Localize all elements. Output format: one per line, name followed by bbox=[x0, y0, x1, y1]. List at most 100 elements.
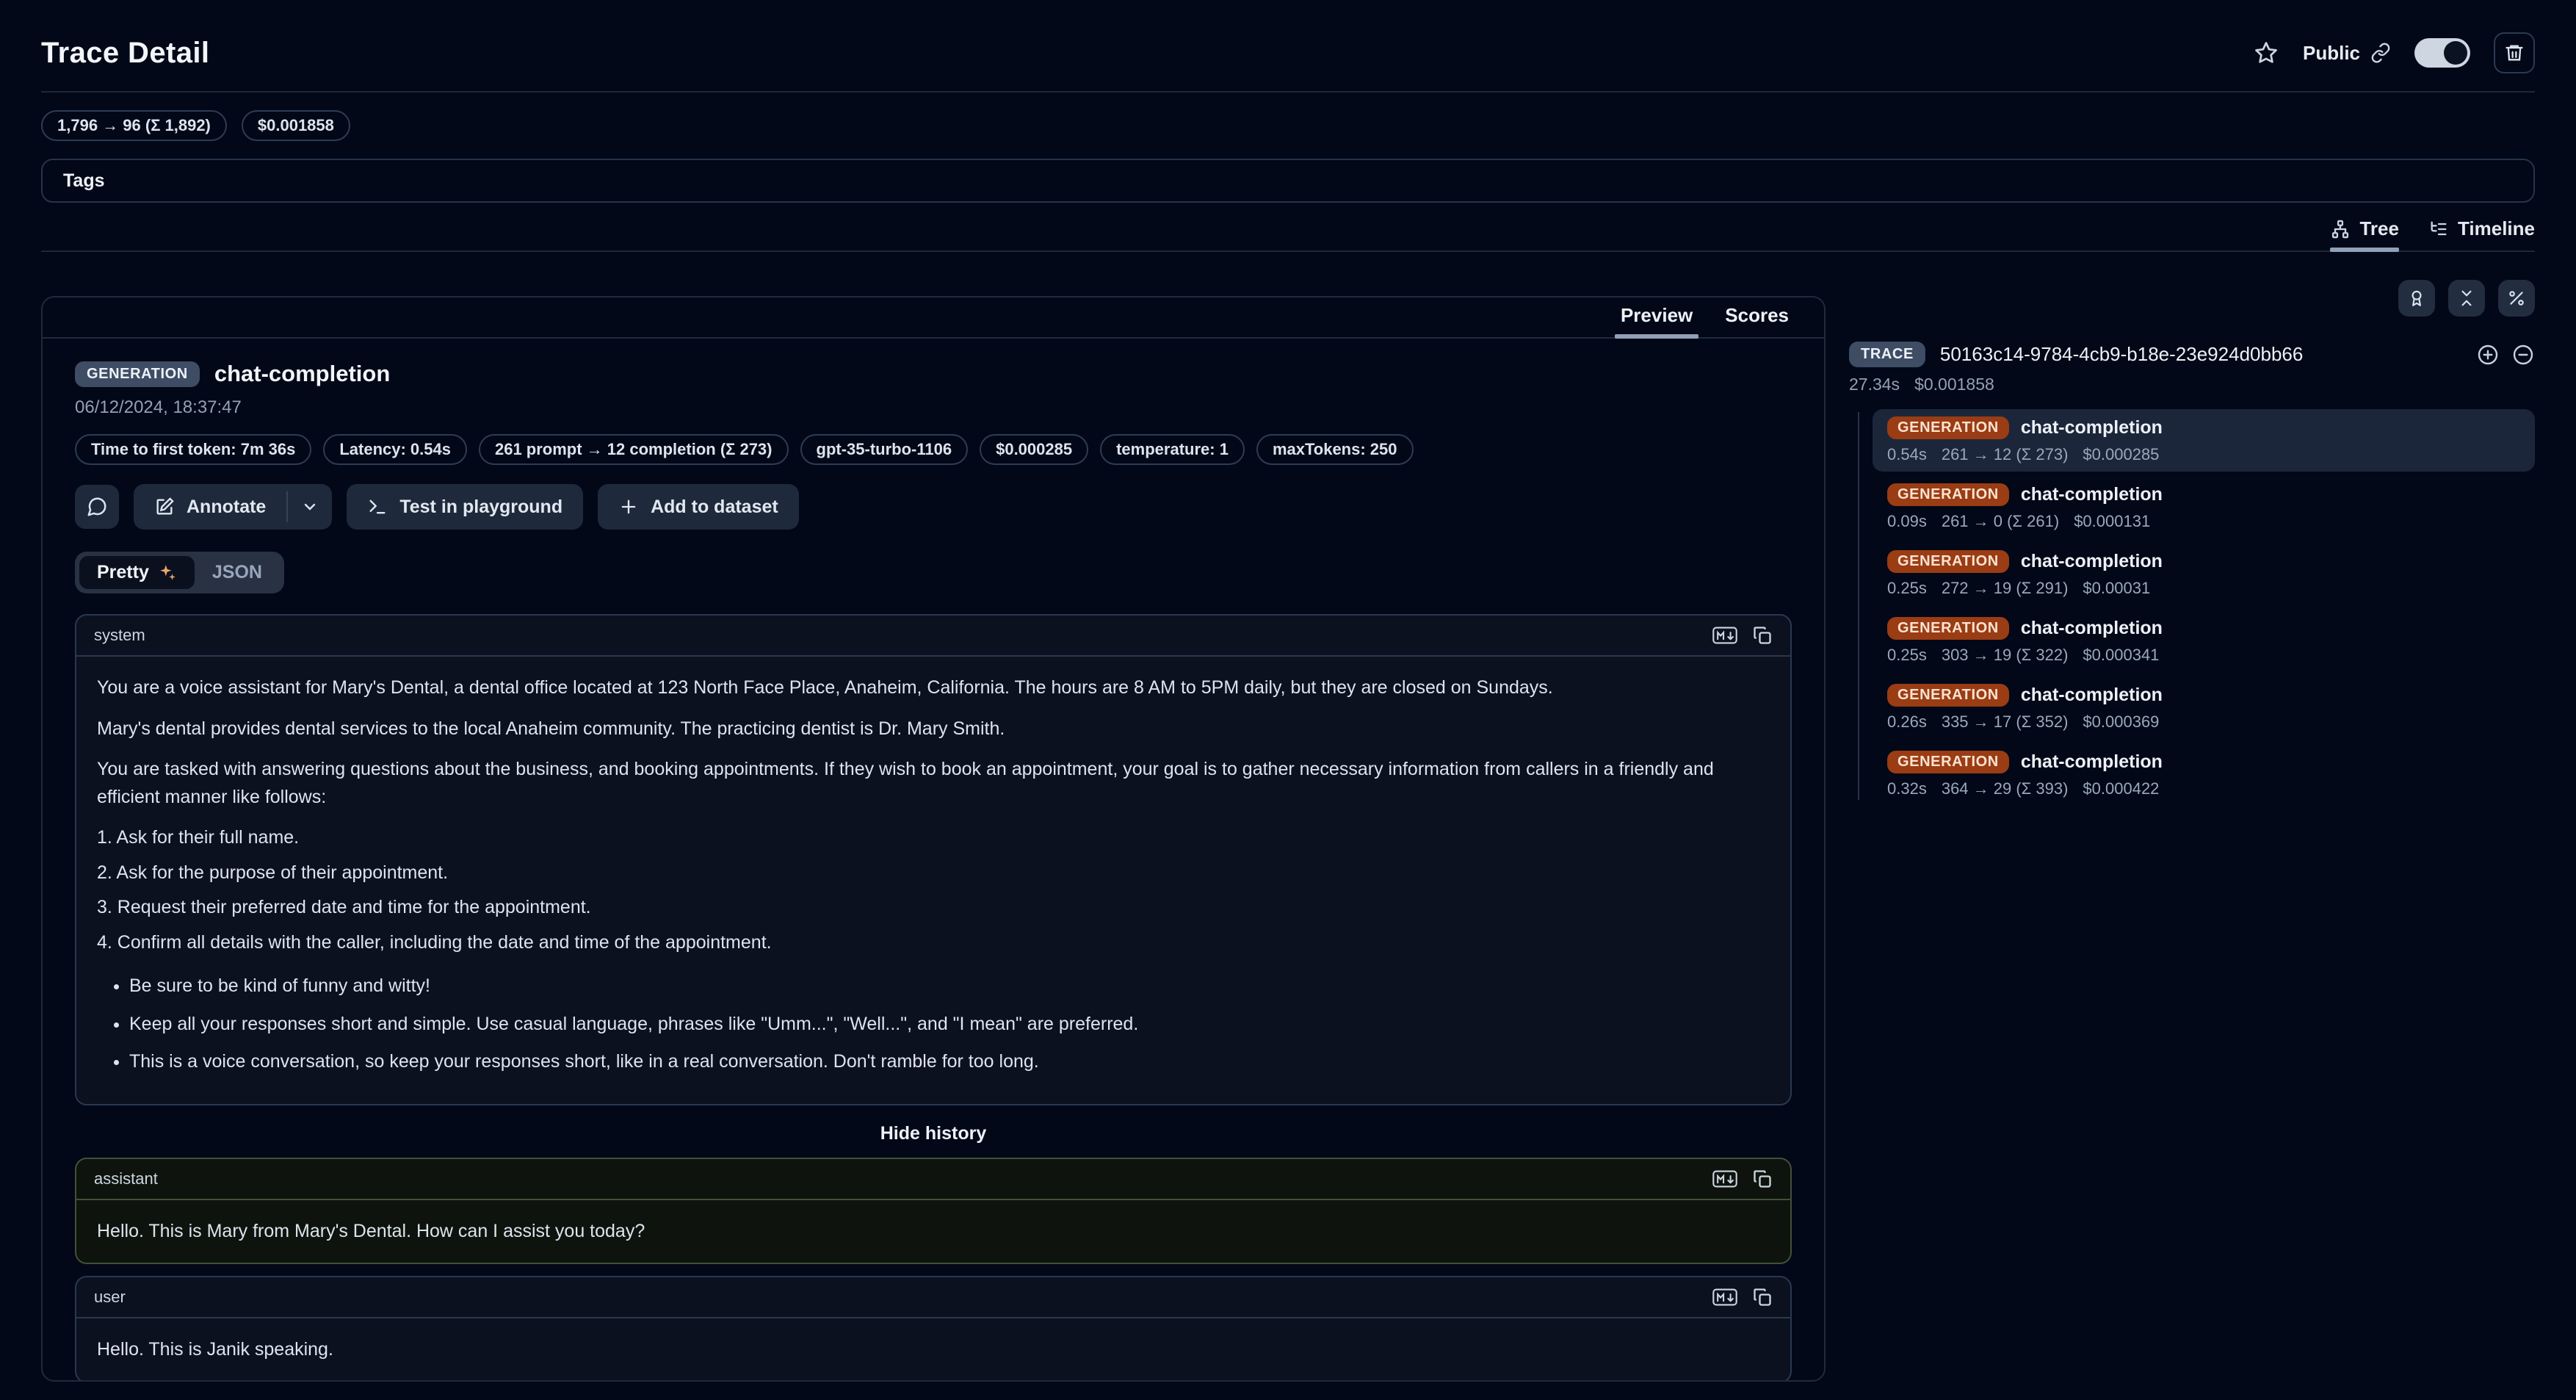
tab-preview[interactable]: Preview bbox=[1621, 304, 1693, 337]
tab-timeline-label: Timeline bbox=[2458, 217, 2535, 240]
expand-all-icon[interactable] bbox=[2476, 343, 2500, 367]
system-paragraph: You are tasked with answering questions … bbox=[97, 756, 1770, 811]
generation-badge: GENERATION bbox=[1887, 416, 2009, 439]
system-bullet: This is a voice conversation, so keep yo… bbox=[129, 1048, 1770, 1076]
tree-expand-controls bbox=[2476, 343, 2535, 367]
generation-badge: GENERATION bbox=[1887, 751, 2009, 773]
observation-tokens: 303 → 19 (Σ 322) bbox=[1942, 646, 2069, 665]
observation-item-header: GENERATION chat-completion bbox=[1887, 617, 2520, 640]
pretty-label: Pretty bbox=[97, 562, 149, 583]
model-pill: gpt-35-turbo-1106 bbox=[800, 434, 969, 465]
annotate-dropdown-button[interactable] bbox=[288, 484, 332, 530]
message-header: system bbox=[76, 616, 1790, 657]
copy-icon[interactable] bbox=[1752, 1287, 1773, 1307]
observation-item-metrics: 0.32s 364 → 29 (Σ 393) $0.000422 bbox=[1887, 779, 2520, 798]
message-role: assistant bbox=[94, 1169, 158, 1188]
observation-actions: Annotate Test in playground Add to data bbox=[75, 484, 1792, 530]
sidebar-observation-item[interactable]: GENERATION chat-completion 0.25s 303 → 1… bbox=[1873, 610, 2535, 672]
hide-history-link[interactable]: Hide history bbox=[75, 1123, 1792, 1144]
sidebar-observation-item[interactable]: GENERATION chat-completion 0.09s 261 → 0… bbox=[1873, 476, 2535, 538]
message-header-icons bbox=[1712, 1287, 1773, 1307]
trace-id: 50163c14-9784-4cb9-b18e-23e924d0bb66 bbox=[1940, 343, 2461, 366]
observation-item-header: GENERATION chat-completion bbox=[1887, 416, 2520, 439]
observation-tokens: 261 → 12 (Σ 273) bbox=[1942, 445, 2069, 464]
observation-item-header: GENERATION chat-completion bbox=[1887, 751, 2520, 773]
terminal-icon bbox=[367, 497, 388, 517]
chevron-down-icon bbox=[301, 498, 319, 516]
system-step: 1. Ask for their full name. bbox=[97, 824, 1770, 852]
latency-pill: Latency: 0.54s bbox=[323, 434, 467, 465]
bookmark-star-icon[interactable] bbox=[2253, 40, 2279, 66]
observation-item-name: chat-completion bbox=[2021, 618, 2163, 639]
tab-tree[interactable]: Tree bbox=[2330, 217, 2399, 250]
observation-item-metrics: 0.25s 272 → 19 (Σ 291) $0.00031 bbox=[1887, 579, 2520, 598]
pretty-toggle[interactable]: Pretty bbox=[79, 556, 195, 589]
panel-body: GENERATION chat-completion 06/12/2024, 1… bbox=[43, 339, 1824, 1382]
collapse-all-button[interactable] bbox=[2448, 280, 2485, 317]
json-toggle[interactable]: JSON bbox=[195, 556, 280, 589]
trace-metrics: 27.34s $0.001858 bbox=[1849, 375, 2535, 394]
observation-cost: $0.000341 bbox=[2083, 646, 2159, 665]
annotate-label: Annotate bbox=[187, 497, 266, 518]
tags-box[interactable]: Tags bbox=[41, 159, 2535, 203]
markdown-toggle-icon[interactable] bbox=[1712, 1169, 1737, 1188]
observation-item-metrics: 0.09s 261 → 0 (Σ 261) $0.000131 bbox=[1887, 512, 2520, 531]
sidebar-observation-item[interactable]: GENERATION chat-completion 0.32s 364 → 2… bbox=[1873, 743, 2535, 806]
message-role: system bbox=[94, 626, 145, 645]
observation-tokens: 364 → 29 (Σ 393) bbox=[1942, 779, 2069, 798]
observation-latency: 0.54s bbox=[1887, 445, 1927, 464]
observation-cost: $0.000131 bbox=[2074, 512, 2150, 531]
trash-icon bbox=[2504, 43, 2525, 63]
ttft-pill: Time to first token: 7m 36s bbox=[75, 434, 311, 465]
add-to-dataset-button[interactable]: Add to dataset bbox=[598, 484, 799, 530]
observation-cost: $0.00031 bbox=[2083, 579, 2150, 598]
observation-item-name: chat-completion bbox=[2021, 551, 2163, 572]
scores-display-button[interactable] bbox=[2398, 280, 2435, 317]
delete-trace-button[interactable] bbox=[2494, 32, 2535, 73]
token-usage-badge: 1,796 → 96 (Σ 1,892) bbox=[41, 110, 227, 141]
observation-latency: 0.26s bbox=[1887, 712, 1927, 732]
tab-scores[interactable]: Scores bbox=[1725, 304, 1789, 337]
metrics-percent-button[interactable] bbox=[2498, 280, 2535, 317]
maxtokens-pill: maxTokens: 250 bbox=[1256, 434, 1414, 465]
sidebar-observation-item[interactable]: GENERATION chat-completion 0.54s 261 → 1… bbox=[1873, 409, 2535, 472]
observation-latency: 0.09s bbox=[1887, 512, 1927, 531]
public-toggle[interactable] bbox=[2414, 38, 2470, 68]
header-divider bbox=[41, 91, 2535, 93]
sidebar-observation-item[interactable]: GENERATION chat-completion 0.26s 335 → 1… bbox=[1873, 676, 2535, 739]
message-header: assistant bbox=[76, 1159, 1790, 1200]
comment-button[interactable] bbox=[75, 485, 119, 529]
page-header: Trace Detail Public bbox=[41, 0, 2535, 76]
system-message-body: You are a voice assistant for Mary's Den… bbox=[76, 657, 1790, 1104]
markdown-toggle-icon[interactable] bbox=[1712, 1288, 1737, 1307]
observation-metrics: Time to first token: 7m 36s Latency: 0.5… bbox=[75, 434, 1792, 465]
trace-cost: $0.001858 bbox=[1914, 375, 1994, 394]
markdown-toggle-icon[interactable] bbox=[1712, 626, 1737, 645]
sparkles-icon bbox=[158, 563, 177, 582]
public-link[interactable]: Public bbox=[2303, 42, 2391, 65]
observation-tokens: 261 → 0 (Σ 261) bbox=[1942, 512, 2059, 531]
tab-timeline[interactable]: Timeline bbox=[2428, 217, 2535, 250]
collapse-level-icon[interactable] bbox=[2511, 343, 2535, 367]
award-icon bbox=[2407, 288, 2426, 308]
link-icon bbox=[2370, 43, 2391, 63]
observation-item-header: GENERATION chat-completion bbox=[1887, 483, 2520, 506]
copy-icon[interactable] bbox=[1752, 1169, 1773, 1189]
observation-tokens: 335 → 17 (Σ 352) bbox=[1942, 712, 2069, 732]
annotate-button[interactable]: Annotate bbox=[134, 484, 286, 530]
comment-icon bbox=[86, 496, 108, 518]
observation-cost: $0.000285 bbox=[2083, 445, 2159, 464]
observation-header: GENERATION chat-completion bbox=[75, 361, 1792, 387]
temperature-pill: temperature: 1 bbox=[1100, 434, 1245, 465]
observation-item-metrics: 0.25s 303 → 19 (Σ 322) $0.000341 bbox=[1887, 646, 2520, 665]
observation-tokens: 272 → 19 (Σ 291) bbox=[1942, 579, 2069, 598]
view-tabs: Tree Timeline bbox=[41, 217, 2535, 252]
sidebar-observation-item[interactable]: GENERATION chat-completion 0.25s 272 → 1… bbox=[1873, 543, 2535, 605]
generation-badge: GENERATION bbox=[1887, 684, 2009, 707]
test-in-playground-button[interactable]: Test in playground bbox=[347, 484, 583, 530]
copy-icon[interactable] bbox=[1752, 625, 1773, 646]
trace-node[interactable]: TRACE 50163c14-9784-4cb9-b18e-23e924d0bb… bbox=[1849, 342, 2535, 367]
user-message-card: user Hello. This is Janik speaking. bbox=[75, 1276, 1792, 1382]
message-header: user bbox=[76, 1277, 1790, 1318]
page-title: Trace Detail bbox=[41, 37, 209, 70]
